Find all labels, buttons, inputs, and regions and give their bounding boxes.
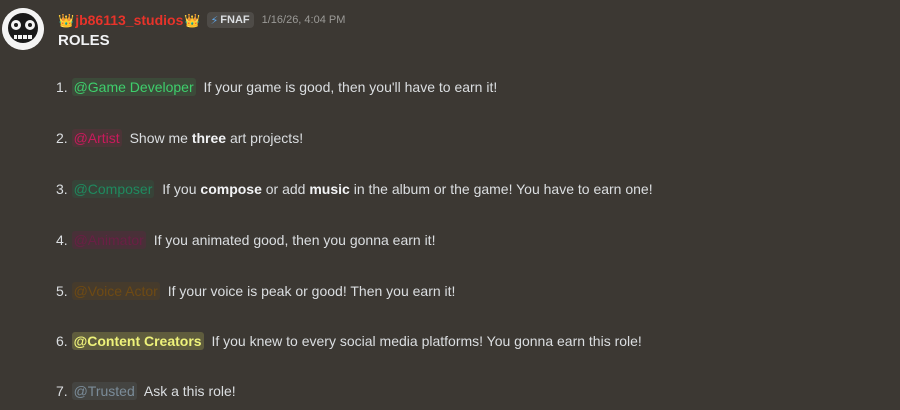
list-number: 5. <box>56 283 68 299</box>
lightning-bolt-icon: ⚡ <box>210 14 219 27</box>
server-tag-label: FNAF <box>220 14 250 26</box>
list-bold-text: music <box>309 181 350 197</box>
list-number: 2. <box>56 130 68 146</box>
list-number: 1. <box>56 79 68 95</box>
server-tag[interactable]: ⚡ FNAF <box>206 12 254 28</box>
role-mention-animator[interactable]: @Animator <box>71 231 146 249</box>
avatar[interactable] <box>2 8 44 50</box>
list-text: art projects! <box>226 130 304 146</box>
list-item: 1. @Game Developer If your game is good,… <box>56 78 497 96</box>
list-number: 6. <box>56 333 68 349</box>
list-text: If you animated good, then you gonna ear… <box>153 232 436 248</box>
list-text: or add <box>261 181 310 197</box>
list-item: 3. @Composer If you compose or add music… <box>56 180 653 198</box>
list-item: 6. @Content Creators If you knew to ever… <box>56 332 642 350</box>
list-item: 4. @Animator If you animated good, then … <box>56 231 435 249</box>
role-mention-artist[interactable]: @Artist <box>71 129 122 147</box>
list-item: 5. @Voice Actor If your voice is peak or… <box>56 282 455 300</box>
list-number: 3. <box>56 181 68 197</box>
list-text: Show me <box>129 130 192 146</box>
crown-icon: 👑 <box>58 12 75 28</box>
role-mention-trusted[interactable]: @Trusted <box>71 382 137 400</box>
list-item: 2. @Artist Show me three art projects! <box>56 129 303 147</box>
role-mention-game-developer[interactable]: @Game Developer <box>71 78 196 96</box>
list-bold-text: three <box>191 130 227 146</box>
message-title: ROLES <box>58 32 110 49</box>
avatar-image <box>2 8 44 50</box>
list-text: If your game is good, then you'll have t… <box>203 79 498 95</box>
list-bold-text: compose <box>200 181 262 197</box>
list-item: 7. @Trusted Ask a this role! <box>56 382 236 400</box>
list-number: 4. <box>56 232 68 248</box>
crown-icon: 👑 <box>184 12 201 28</box>
list-text: in the album or the game! You have to ea… <box>349 181 653 197</box>
role-mention-voice-actor[interactable]: @Voice Actor <box>71 282 160 300</box>
list-number: 7. <box>56 383 68 399</box>
list-text: If your voice is peak or good! Then you … <box>167 283 456 299</box>
role-mention-composer[interactable]: @Composer <box>71 180 155 198</box>
message-header: 👑 jb86113_studios 👑 ⚡ FNAF 1/16/26, 4:04… <box>58 10 345 30</box>
username[interactable]: jb86113_studios <box>75 12 183 28</box>
list-text: If you <box>162 181 201 197</box>
timestamp[interactable]: 1/16/26, 4:04 PM <box>262 14 346 26</box>
list-text: Ask a this role! <box>143 383 236 399</box>
role-mention-content-creators[interactable]: @Content Creators <box>71 332 204 350</box>
list-text: If you knew to every social media platfo… <box>211 333 642 349</box>
